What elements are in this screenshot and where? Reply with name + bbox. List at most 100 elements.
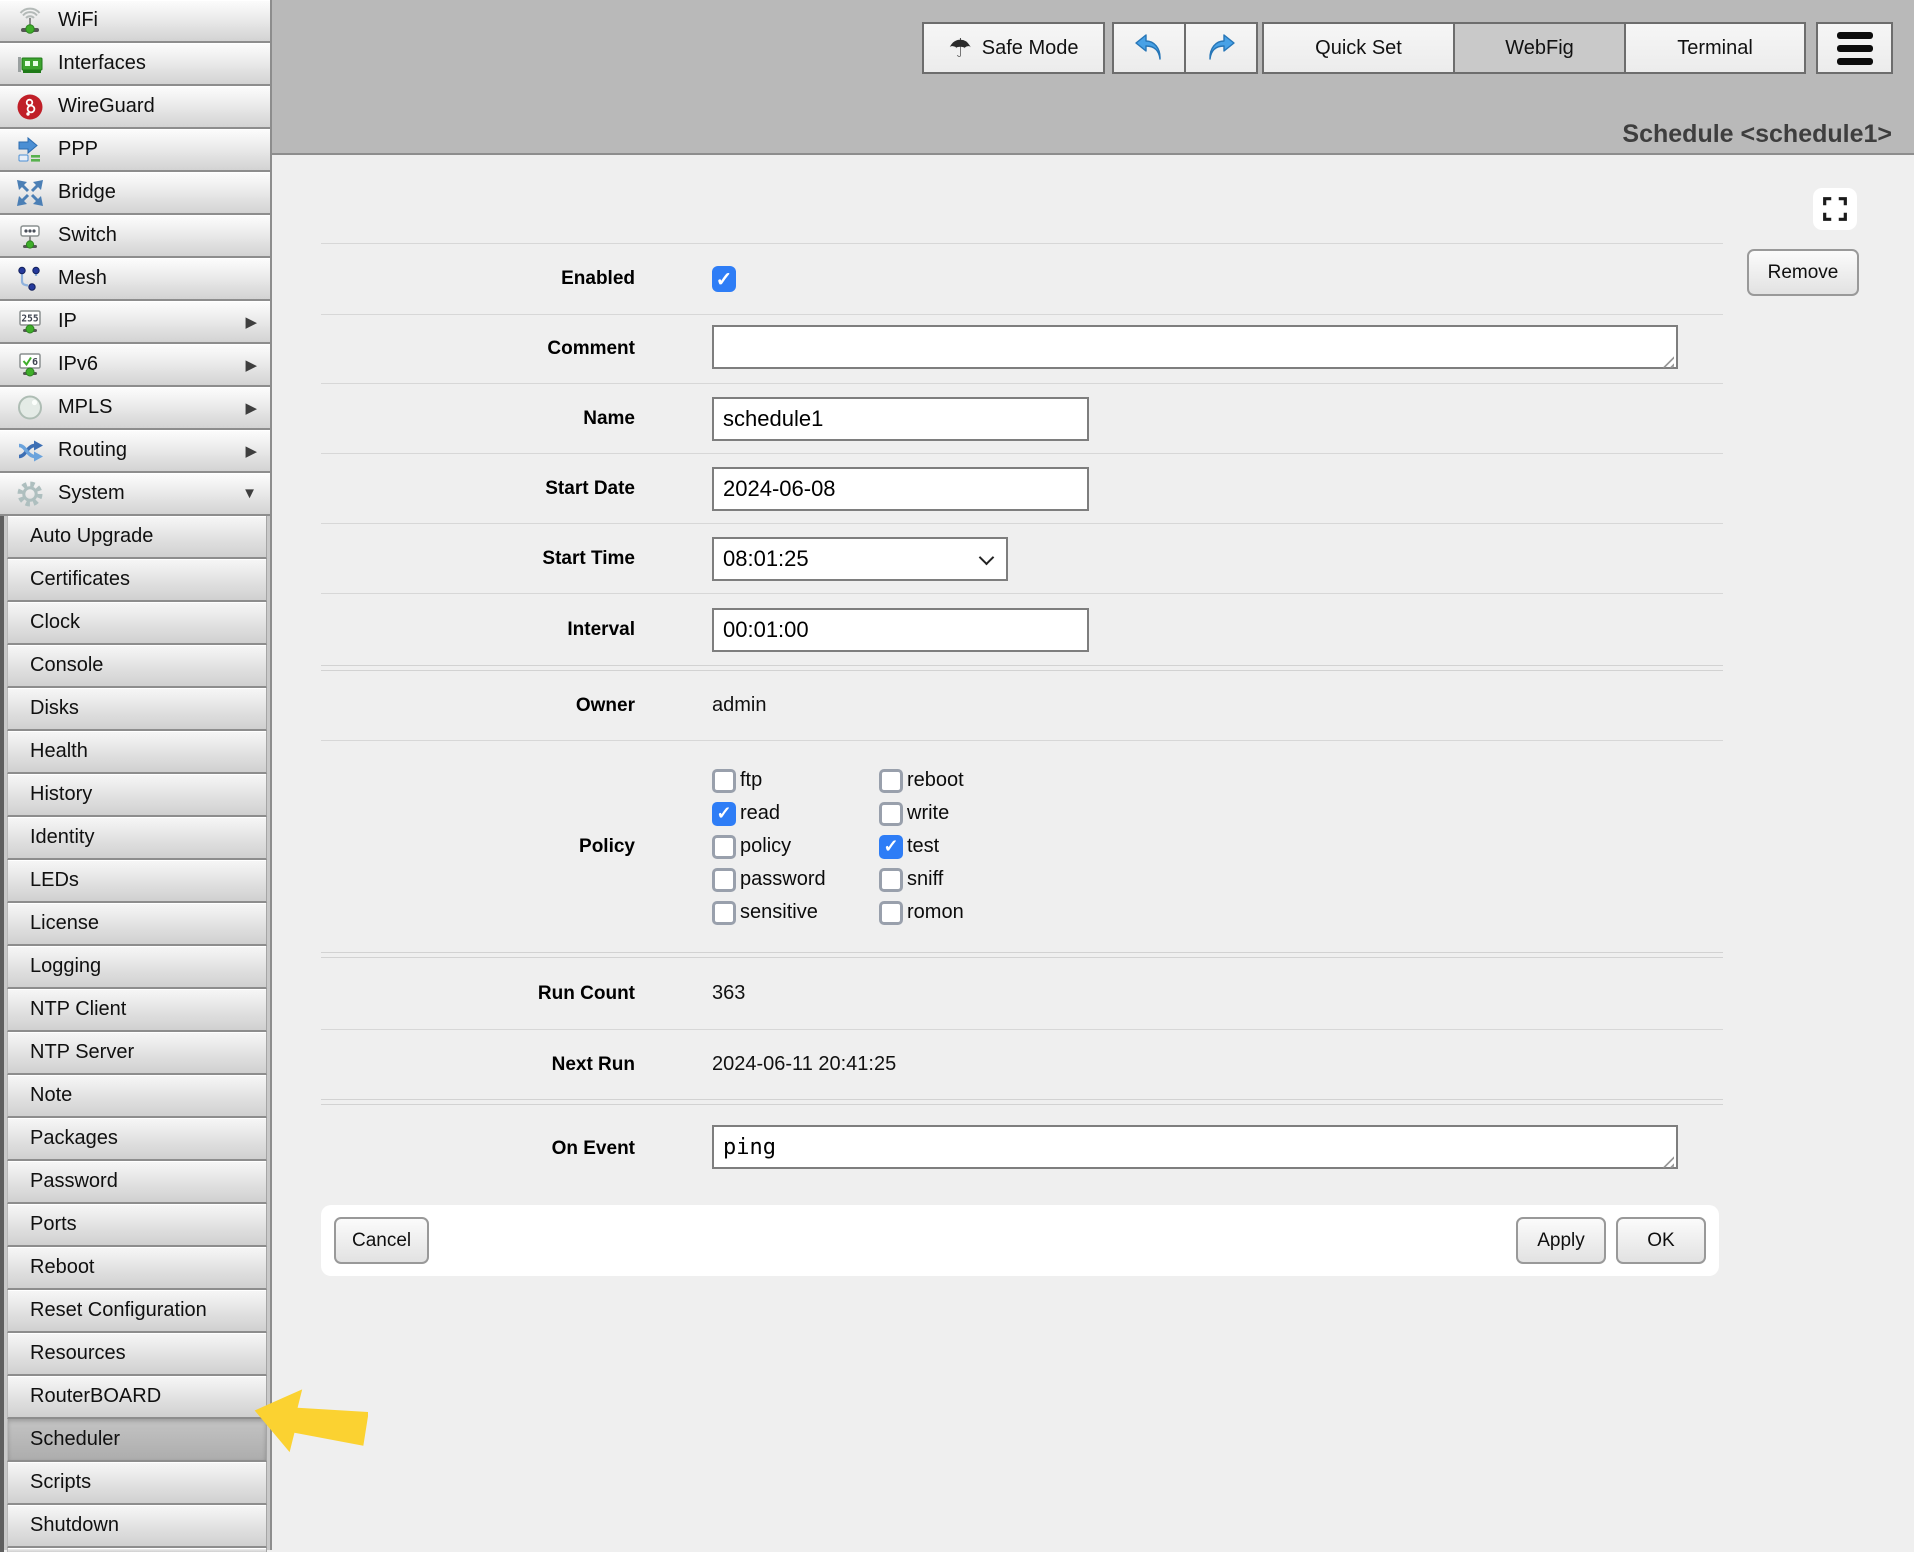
policy-checkbox-policy[interactable] (712, 835, 736, 859)
sidebar-subitem-label: Scripts (30, 1471, 91, 1494)
sidebar-subitem-shutdown[interactable]: Shutdown (7, 1505, 267, 1548)
sidebar-subitem-ports[interactable]: Ports (7, 1204, 267, 1247)
sidebar-subitem-ntp-client[interactable]: NTP Client (7, 989, 267, 1032)
fullscreen-icon (1820, 194, 1850, 224)
sidebar-item-label: Mesh (58, 267, 107, 290)
policy-label: policy (740, 835, 791, 858)
sidebar-subitem-identity[interactable]: Identity (7, 817, 267, 860)
interval-input[interactable] (712, 608, 1089, 652)
tab-terminal[interactable]: Terminal (1624, 22, 1806, 74)
sidebar-subitem-label: Password (30, 1170, 118, 1193)
sidebar-subitem-scripts[interactable]: Scripts (7, 1462, 267, 1505)
comment-input[interactable] (712, 325, 1678, 369)
sidebar-item-ipv6[interactable]: 6 IPv6 ▶ (0, 344, 270, 387)
sidebar-item-wireguard[interactable]: WireGuard (0, 86, 270, 129)
sidebar-item-mesh[interactable]: Mesh (0, 258, 270, 301)
policy-option-romon[interactable]: romon (879, 901, 1109, 925)
sidebar-subitem-note[interactable]: Note (7, 1075, 267, 1118)
wireguard-icon (15, 92, 45, 122)
policy-option-reboot[interactable]: reboot (879, 769, 1109, 793)
policy-label: sniff (907, 868, 943, 891)
on-event-input[interactable]: ping (712, 1125, 1678, 1169)
start-time-select[interactable]: 08:01:25 (712, 537, 1008, 581)
policy-option-policy[interactable]: policy (712, 835, 879, 859)
remove-button[interactable]: Remove (1747, 249, 1859, 296)
sidebar-item-system[interactable]: System ▼ (0, 473, 270, 516)
redo-button[interactable] (1184, 22, 1258, 74)
sidebar-subitem-reset-configuration[interactable]: Reset Configuration (7, 1290, 267, 1333)
policy-option-password[interactable]: password (712, 868, 879, 892)
policy-option-sensitive[interactable]: sensitive (712, 901, 879, 925)
sidebar-subitem-clock[interactable]: Clock (7, 602, 267, 645)
cancel-button[interactable]: Cancel (334, 1217, 429, 1264)
bridge-icon (15, 178, 45, 208)
undo-button[interactable] (1112, 22, 1186, 74)
ipv6-icon: 6 (15, 350, 45, 380)
run-count-row: Run Count 363 (321, 958, 1723, 1029)
sidebar-subitem-leds[interactable]: LEDs (7, 860, 267, 903)
policy-checkbox-test[interactable] (879, 835, 903, 859)
sidebar-subitem-routerboard[interactable]: RouterBOARD (7, 1376, 267, 1419)
sidebar-item-bridge[interactable]: Bridge (0, 172, 270, 215)
comment-label: Comment (321, 338, 635, 360)
sidebar-subitem-label: NTP Server (30, 1041, 134, 1064)
sidebar-subitem-packages[interactable]: Packages (7, 1118, 267, 1161)
chevron-right-icon: ▶ (245, 399, 257, 417)
sidebar-item-mpls[interactable]: MPLS ▶ (0, 387, 270, 430)
umbrella-icon: ☂ (948, 35, 971, 61)
owner-value: admin (712, 694, 766, 717)
policy-checkbox-reboot[interactable] (879, 769, 903, 793)
sidebar-item-routing[interactable]: Routing ▶ (0, 430, 270, 473)
sidebar-item-label: WiFi (58, 9, 98, 32)
enabled-checkbox[interactable] (712, 266, 736, 292)
policy-checkbox-sensitive[interactable] (712, 901, 736, 925)
sidebar-subitem-history[interactable]: History (7, 774, 267, 817)
sidebar-item-label: System (58, 482, 125, 505)
policy-option-read[interactable]: read (712, 802, 879, 826)
sidebar-subitem-scheduler[interactable]: Scheduler (7, 1419, 267, 1462)
sidebar-subitem-disks[interactable]: Disks (7, 688, 267, 731)
policy-checkbox-sniff[interactable] (879, 868, 903, 892)
apply-button[interactable]: Apply (1516, 1217, 1606, 1264)
policy-label: sensitive (740, 901, 818, 924)
sidebar-subitem-ntp-server[interactable]: NTP Server (7, 1032, 267, 1075)
sidebar-subitem-label: Console (30, 654, 103, 677)
ip-icon: 255 (15, 307, 45, 337)
tab-webfig[interactable]: WebFig (1453, 22, 1626, 74)
sidebar-item-label: PPP (58, 138, 98, 161)
policy-option-write[interactable]: write (879, 802, 1109, 826)
policy-checkbox-read[interactable] (712, 802, 736, 826)
sidebar-item-ip[interactable]: 255 IP ▶ (0, 301, 270, 344)
sidebar-item-wifi[interactable]: WiFi (0, 0, 270, 43)
fullscreen-button[interactable] (1813, 188, 1857, 230)
policy-option-test[interactable]: test (879, 835, 1109, 859)
policy-option-sniff[interactable]: sniff (879, 868, 1109, 892)
ok-button[interactable]: OK (1616, 1217, 1706, 1264)
sidebar-subitem-license[interactable]: License (7, 903, 267, 946)
name-input[interactable] (712, 397, 1089, 441)
sidebar-item-switch[interactable]: Switch (0, 215, 270, 258)
on-event-label: On Event (321, 1138, 635, 1160)
sidebar-subitem-label: RouterBOARD (30, 1385, 161, 1408)
sidebar-item-ppp[interactable]: PPP (0, 129, 270, 172)
safe-mode-button[interactable]: ☂ Safe Mode (922, 22, 1105, 74)
sidebar-subitem-resources[interactable]: Resources (7, 1333, 267, 1376)
sidebar-subitem-certificates[interactable]: Certificates (7, 559, 267, 602)
policy-checkbox-password[interactable] (712, 868, 736, 892)
policy-checkbox-romon[interactable] (879, 901, 903, 925)
sidebar-subitem-logging[interactable]: Logging (7, 946, 267, 989)
sidebar-subitem-label: License (30, 912, 99, 935)
policy-option-ftp[interactable]: ftp (712, 769, 879, 793)
policy-label: ftp (740, 769, 762, 792)
sidebar-item-interfaces[interactable]: Interfaces (0, 43, 270, 86)
policy-checkbox-write[interactable] (879, 802, 903, 826)
start-date-input[interactable] (712, 467, 1089, 511)
policy-checkbox-ftp[interactable] (712, 769, 736, 793)
sidebar-subitem-auto-upgrade[interactable]: Auto Upgrade (7, 516, 267, 559)
sidebar-subitem-password[interactable]: Password (7, 1161, 267, 1204)
sidebar-subitem-console[interactable]: Console (7, 645, 267, 688)
tab-quick-set[interactable]: Quick Set (1262, 22, 1455, 74)
menu-button[interactable] (1816, 22, 1893, 74)
sidebar-subitem-reboot[interactable]: Reboot (7, 1247, 267, 1290)
sidebar-subitem-health[interactable]: Health (7, 731, 267, 774)
